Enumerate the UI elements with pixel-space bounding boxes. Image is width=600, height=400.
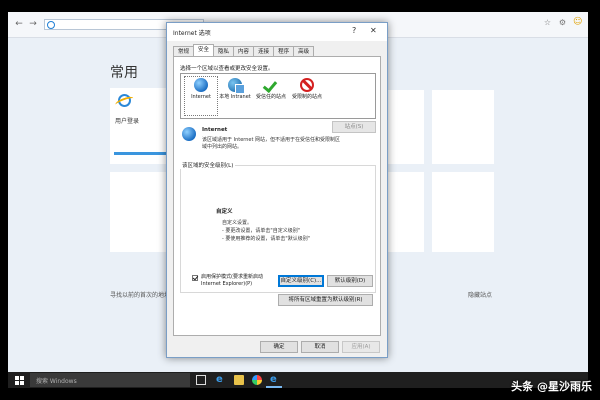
- selected-zone-description: 该区域适用于 Internet 网站，但不适用于在受信任和受限制区域中列出的网站…: [202, 137, 341, 150]
- watermark: 头条 @星沙雨乐: [511, 380, 592, 393]
- empty-tile[interactable]: [432, 172, 494, 252]
- close-button[interactable]: ✕: [370, 26, 377, 35]
- no-entry-icon: [300, 78, 314, 92]
- zone-restricted-sites[interactable]: 受限制的站点: [291, 78, 323, 101]
- windows-start-icon[interactable]: [15, 376, 24, 385]
- intranet-icon: [228, 78, 245, 94]
- edge-icon[interactable]: e: [216, 375, 226, 385]
- tab-connections[interactable]: 连接: [253, 46, 275, 56]
- zone-label: 受信任的站点: [255, 94, 286, 100]
- tab-security[interactable]: 安全: [193, 44, 215, 56]
- security-level-title: 该区域的安全级别(L): [180, 161, 236, 169]
- settings-line: - 要更改设置，请单击"自定义级别": [222, 228, 300, 234]
- internet-options-dialog: Internet 选项 ? ✕ 常规 安全 隐私 内容 连接 程序 高级 选择一…: [166, 22, 388, 358]
- dialog-tabs: 常规 安全 隐私 内容 连接 程序 高级: [173, 44, 315, 56]
- tab-privacy[interactable]: 隐私: [213, 46, 235, 56]
- protected-mode-label[interactable]: 启用保护模式(要求重新启动 Internet Explorer)(P): [201, 274, 281, 288]
- desktop-screen: ← → ☆ ⚙ ☺ 常用 用户登录 寻找以前的首次的地址 隐藏站点 Intern…: [8, 12, 588, 372]
- help-button[interactable]: ?: [352, 26, 356, 35]
- forward-button[interactable]: →: [28, 19, 38, 29]
- zone-internet[interactable]: Internet: [185, 78, 217, 101]
- apply-button[interactable]: 应用(A): [342, 341, 380, 353]
- newtab-hint-link[interactable]: 寻找以前的首次的地址: [110, 290, 170, 299]
- task-view-icon[interactable]: [196, 375, 206, 385]
- back-button[interactable]: ←: [14, 19, 24, 29]
- security-level-settings: 自定义设置。 - 要更改设置，请单击"自定义级别" - 要使用推荐的设置，请单击…: [222, 219, 310, 243]
- active-app-indicator: [266, 386, 282, 388]
- zone-label: Internet: [191, 94, 211, 100]
- gear-icon[interactable]: ⚙: [558, 18, 567, 27]
- tile-accent-bar: [114, 152, 166, 155]
- zone-instruction: 选择一个区域以查看或更改安全设置。: [180, 66, 274, 72]
- ie-logo-icon: [118, 94, 131, 107]
- sites-button[interactable]: 站点(S): [332, 121, 376, 133]
- ie-page-icon: [47, 21, 55, 29]
- tab-content[interactable]: 内容: [233, 46, 255, 56]
- photos-app-icon[interactable]: [252, 375, 262, 385]
- default-level-button[interactable]: 默认级别(D): [327, 275, 373, 287]
- zone-trusted-sites[interactable]: 受信任的站点: [255, 78, 287, 101]
- newtab-heading: 常用: [110, 65, 138, 81]
- cancel-button[interactable]: 取消: [301, 341, 339, 353]
- zone-label: 本地 Intranet: [219, 94, 251, 100]
- empty-tile[interactable]: [110, 172, 170, 252]
- ok-button[interactable]: 确定: [260, 341, 298, 353]
- tab-general[interactable]: 常规: [173, 46, 195, 56]
- checkmark-icon: [264, 78, 278, 92]
- zone-label: 受限制的站点: [291, 94, 322, 100]
- zone-local-intranet[interactable]: 本地 Intranet: [219, 78, 251, 101]
- security-panel: 选择一个区域以查看或更改安全设置。 Internet 本地 Intranet 受…: [173, 56, 381, 336]
- taskbar-search-placeholder: 搜索 Windows: [36, 378, 77, 385]
- settings-line: - 要使用推荐的设置，请单击"默认级别": [222, 236, 310, 242]
- dialog-title: Internet 选项: [173, 30, 211, 37]
- tile-label: 用户登录: [115, 118, 140, 125]
- browser-right-icons: ☆ ⚙ ☺: [543, 18, 582, 28]
- reset-all-zones-button[interactable]: 将所有区域重置为默认级别(R): [278, 294, 373, 306]
- star-icon[interactable]: ☆: [543, 18, 552, 27]
- selected-zone-name: Internet: [202, 127, 228, 133]
- protected-mode-checkbox[interactable]: [192, 275, 198, 281]
- frequent-site-tile[interactable]: 用户登录: [110, 88, 170, 164]
- file-explorer-icon[interactable]: [234, 375, 244, 385]
- globe-icon: [194, 78, 208, 92]
- tab-programs[interactable]: 程序: [273, 46, 295, 56]
- selected-zone-globe-icon: [182, 127, 196, 141]
- taskbar-search[interactable]: 搜索 Windows: [30, 373, 190, 387]
- dialog-titlebar[interactable]: Internet 选项 ? ✕: [167, 23, 387, 41]
- taskbar: 搜索 Windows e e: [8, 372, 588, 388]
- hide-sites-link[interactable]: 隐藏站点: [468, 290, 492, 299]
- smiley-icon[interactable]: ☺: [573, 18, 582, 27]
- tab-advanced[interactable]: 高级: [293, 46, 315, 56]
- settings-line: 自定义设置。: [222, 220, 253, 226]
- internet-explorer-icon[interactable]: e: [270, 375, 280, 385]
- custom-level-button[interactable]: 自定义级别(C)...: [278, 275, 324, 287]
- security-level-custom: 自定义: [216, 209, 233, 215]
- empty-tile[interactable]: [432, 90, 494, 164]
- zone-list: Internet 本地 Intranet 受信任的站点 受限制的站点: [180, 73, 376, 119]
